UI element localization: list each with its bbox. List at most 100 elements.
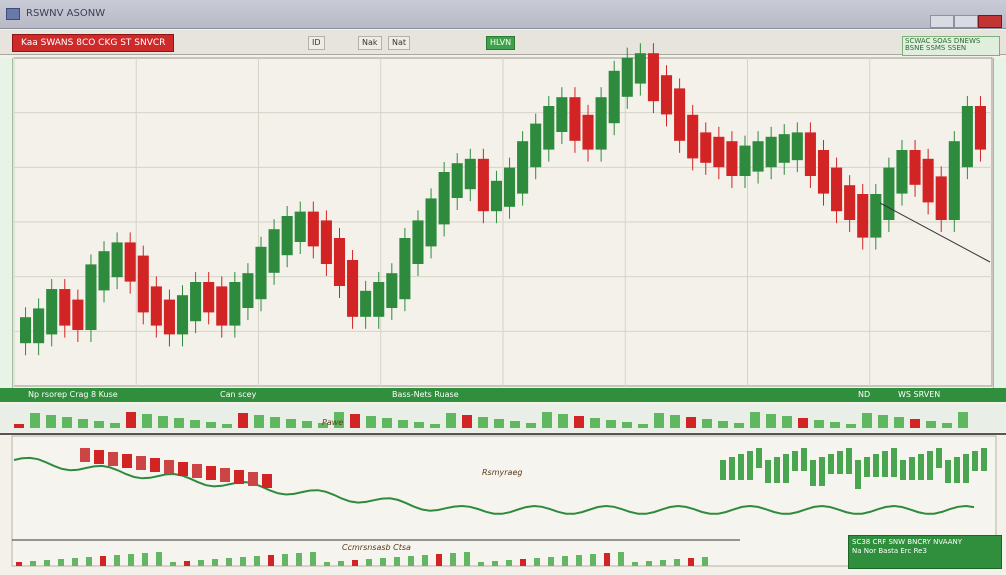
candle — [621, 57, 633, 97]
volume-bar — [878, 415, 888, 428]
candle — [176, 295, 189, 335]
volume-bar — [814, 420, 824, 428]
bottom-volume-bar — [30, 561, 36, 566]
candle — [464, 158, 476, 190]
indicator-bar-green — [855, 460, 861, 489]
volume-bar — [574, 416, 584, 428]
candle — [33, 308, 45, 344]
bottom-volume-bar — [520, 559, 526, 566]
candle — [909, 150, 921, 185]
status-right-b: WS SRVEN — [898, 390, 941, 399]
candle — [333, 238, 346, 286]
candle — [935, 176, 947, 220]
volume-bar — [14, 424, 24, 428]
indicator-bar-green — [945, 460, 951, 483]
bottom-volume-bar — [240, 557, 246, 566]
candle — [778, 134, 790, 163]
bottom-volume-bar — [156, 552, 162, 566]
bottom-volume-bar — [352, 560, 358, 566]
candle — [85, 264, 97, 330]
bottom-volume-bar — [422, 555, 428, 566]
indicator-bar-green — [801, 448, 807, 471]
bottom-volume-bar — [296, 553, 302, 566]
volume-bar — [350, 414, 360, 428]
indicator-bar-green — [936, 448, 942, 468]
candle — [608, 70, 620, 124]
indicator-bar-red — [262, 474, 272, 488]
indicator-bar-red — [206, 466, 216, 480]
bottom-volume-bar — [660, 560, 666, 566]
volume-bar — [606, 420, 616, 428]
candle — [791, 132, 803, 161]
volume-bar — [174, 418, 184, 428]
indicator-bar-green — [738, 454, 744, 480]
indicator-bar-red — [164, 460, 174, 474]
indicator-bar-green — [864, 457, 870, 477]
candle — [504, 167, 516, 207]
bottom-volume-bar — [478, 562, 484, 566]
indicator-bar-red — [150, 458, 160, 472]
bottom-volume-bar — [450, 553, 456, 566]
candle — [425, 198, 437, 247]
volume-bar — [686, 417, 696, 428]
candle — [739, 145, 751, 176]
bottom-volume-bar — [58, 559, 64, 566]
bottom-panel-line1: SC38 CRF SNW BNCRY NVAANY — [852, 538, 962, 546]
bottom-volume-bar — [268, 555, 274, 566]
bottom-volume-bar — [100, 556, 106, 566]
bottom-volume-bar — [562, 556, 568, 566]
candle — [857, 194, 869, 238]
bottom-volume-bar — [338, 561, 344, 566]
volume-bar — [398, 420, 408, 428]
status-mid-text: Can scey — [220, 390, 257, 399]
indicator-bar-red — [192, 464, 202, 478]
volume-bar — [46, 415, 56, 428]
candle — [46, 289, 58, 335]
volume-bar — [62, 417, 72, 428]
indicator-bar-green — [927, 451, 933, 480]
volume-bar — [782, 416, 792, 428]
volume-bar — [270, 417, 280, 428]
candle — [451, 163, 463, 198]
volume-bar — [654, 413, 664, 428]
volume-bar — [926, 421, 936, 428]
candle — [543, 106, 555, 150]
candle — [111, 242, 123, 278]
bottom-volume-bar — [688, 558, 694, 566]
volume-bar — [846, 424, 856, 428]
bottom-volume-bar — [72, 558, 78, 566]
indicator-bar-green — [720, 460, 726, 480]
bottom-volume-bar — [44, 560, 50, 566]
candle — [137, 255, 149, 313]
volume-bar — [254, 415, 264, 428]
bottom-info-panel: SC38 CRF SNW BNCRY NVAANY Na Nor Basta E… — [848, 535, 1002, 569]
bottom-volume-bar — [366, 559, 372, 566]
candle — [569, 97, 581, 141]
bottom-volume-bar — [702, 557, 708, 566]
candle — [124, 242, 136, 282]
indicator-bar-red — [136, 456, 146, 470]
candle — [20, 317, 32, 344]
chart-status-bar: Np rsorep Crag 8 Kuse Can scey Bass-Nets… — [0, 388, 1006, 402]
candle — [320, 220, 332, 264]
volume-bar — [542, 412, 552, 428]
bottom-volume-bar — [254, 556, 260, 566]
candle — [203, 282, 215, 313]
volume-bar — [958, 412, 968, 428]
bottom-volume-bar — [198, 560, 204, 566]
indicator-bar-red — [220, 468, 230, 482]
bottom-volume-bar — [282, 554, 288, 566]
candle — [700, 132, 712, 163]
indicator-bar-green — [810, 460, 816, 486]
candle — [883, 167, 895, 220]
volume-bar — [558, 414, 568, 428]
candle — [281, 216, 293, 256]
bottom-volume-bar — [590, 554, 596, 566]
bottom-volume-bar — [324, 562, 330, 566]
candle — [242, 273, 254, 308]
candle — [634, 53, 646, 84]
price-chart[interactable] — [0, 0, 1006, 575]
candle — [817, 150, 830, 194]
lower-pane-tab[interactable]: Pawe — [322, 418, 343, 427]
candle — [896, 150, 908, 194]
